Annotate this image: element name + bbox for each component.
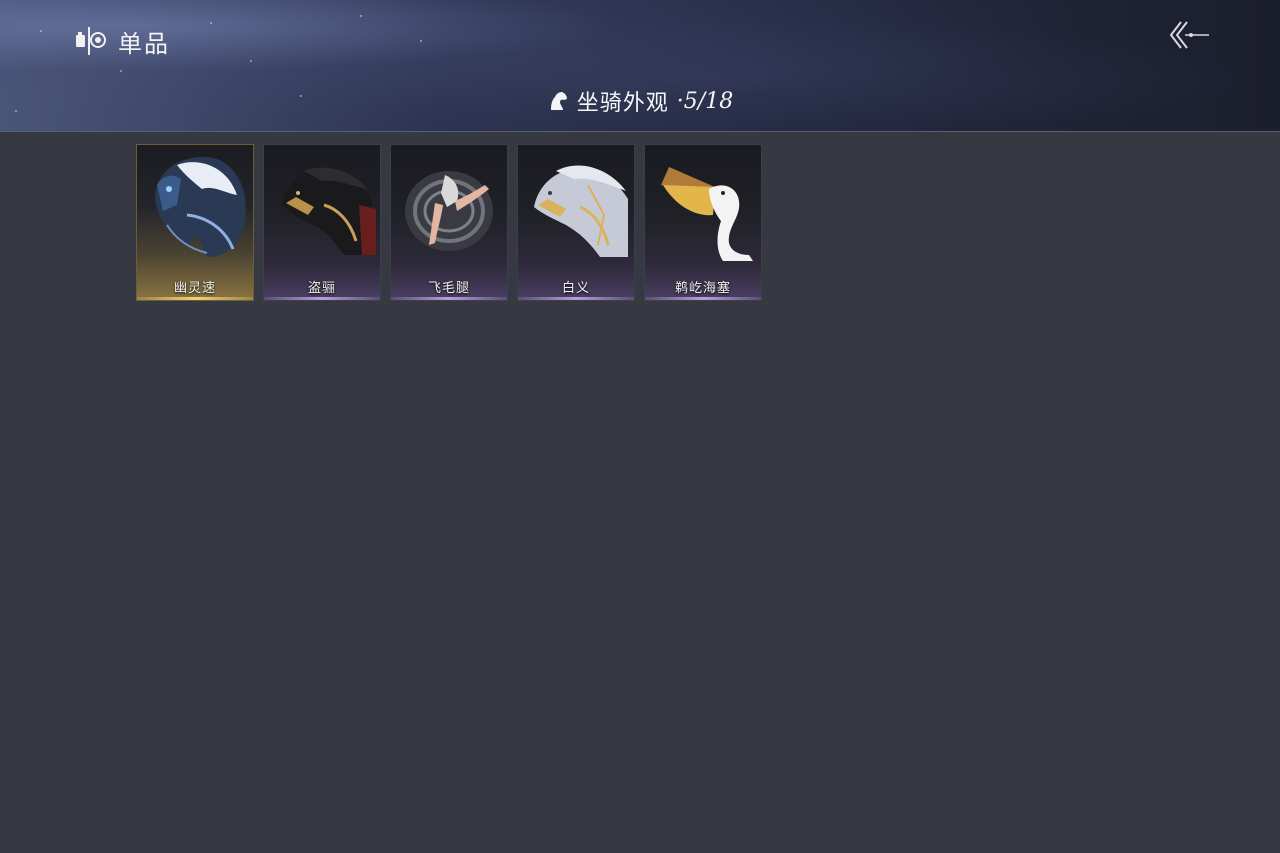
mirror-emblem-icon (76, 27, 106, 55)
item-name: 白义 (561, 281, 590, 296)
section-header: 坐骑外观 ·5/18 (0, 84, 1280, 118)
back-button[interactable] (1166, 18, 1212, 52)
item-card[interactable]: 飞毛腿 (390, 144, 508, 301)
section-title: 坐骑外观 (576, 91, 669, 116)
item-name: 幽灵速 (173, 281, 216, 296)
dark-horse-icon (282, 167, 376, 255)
item-card[interactable]: 幽灵速 (136, 144, 254, 301)
item-card[interactable]: 鹈屹海塞 (644, 144, 762, 301)
item-name: 飞毛腿 (427, 281, 470, 296)
brand: 单品 (74, 24, 170, 58)
horse-head-icon (550, 92, 567, 110)
section-count: ·5/18 (676, 88, 734, 114)
header-banner: 单品 坐骑外观 ·5/18 (0, 0, 1280, 132)
ghost-horse-icon (155, 156, 246, 257)
double-chevron-back-icon (1169, 21, 1209, 49)
page-title: 单品 (118, 29, 170, 58)
item-grid: 幽灵速 盗骊 飞毛腿 白义 鹈屹海塞 (136, 144, 762, 301)
flying-legs-icon (405, 171, 493, 251)
item-card[interactable]: 盗骊 (263, 144, 381, 301)
pelican-icon (661, 167, 753, 261)
item-name: 鹈屹海塞 (674, 281, 731, 296)
item-card[interactable]: 白义 (517, 144, 635, 301)
white-horse-icon (534, 165, 628, 257)
item-name: 盗骊 (307, 281, 336, 296)
